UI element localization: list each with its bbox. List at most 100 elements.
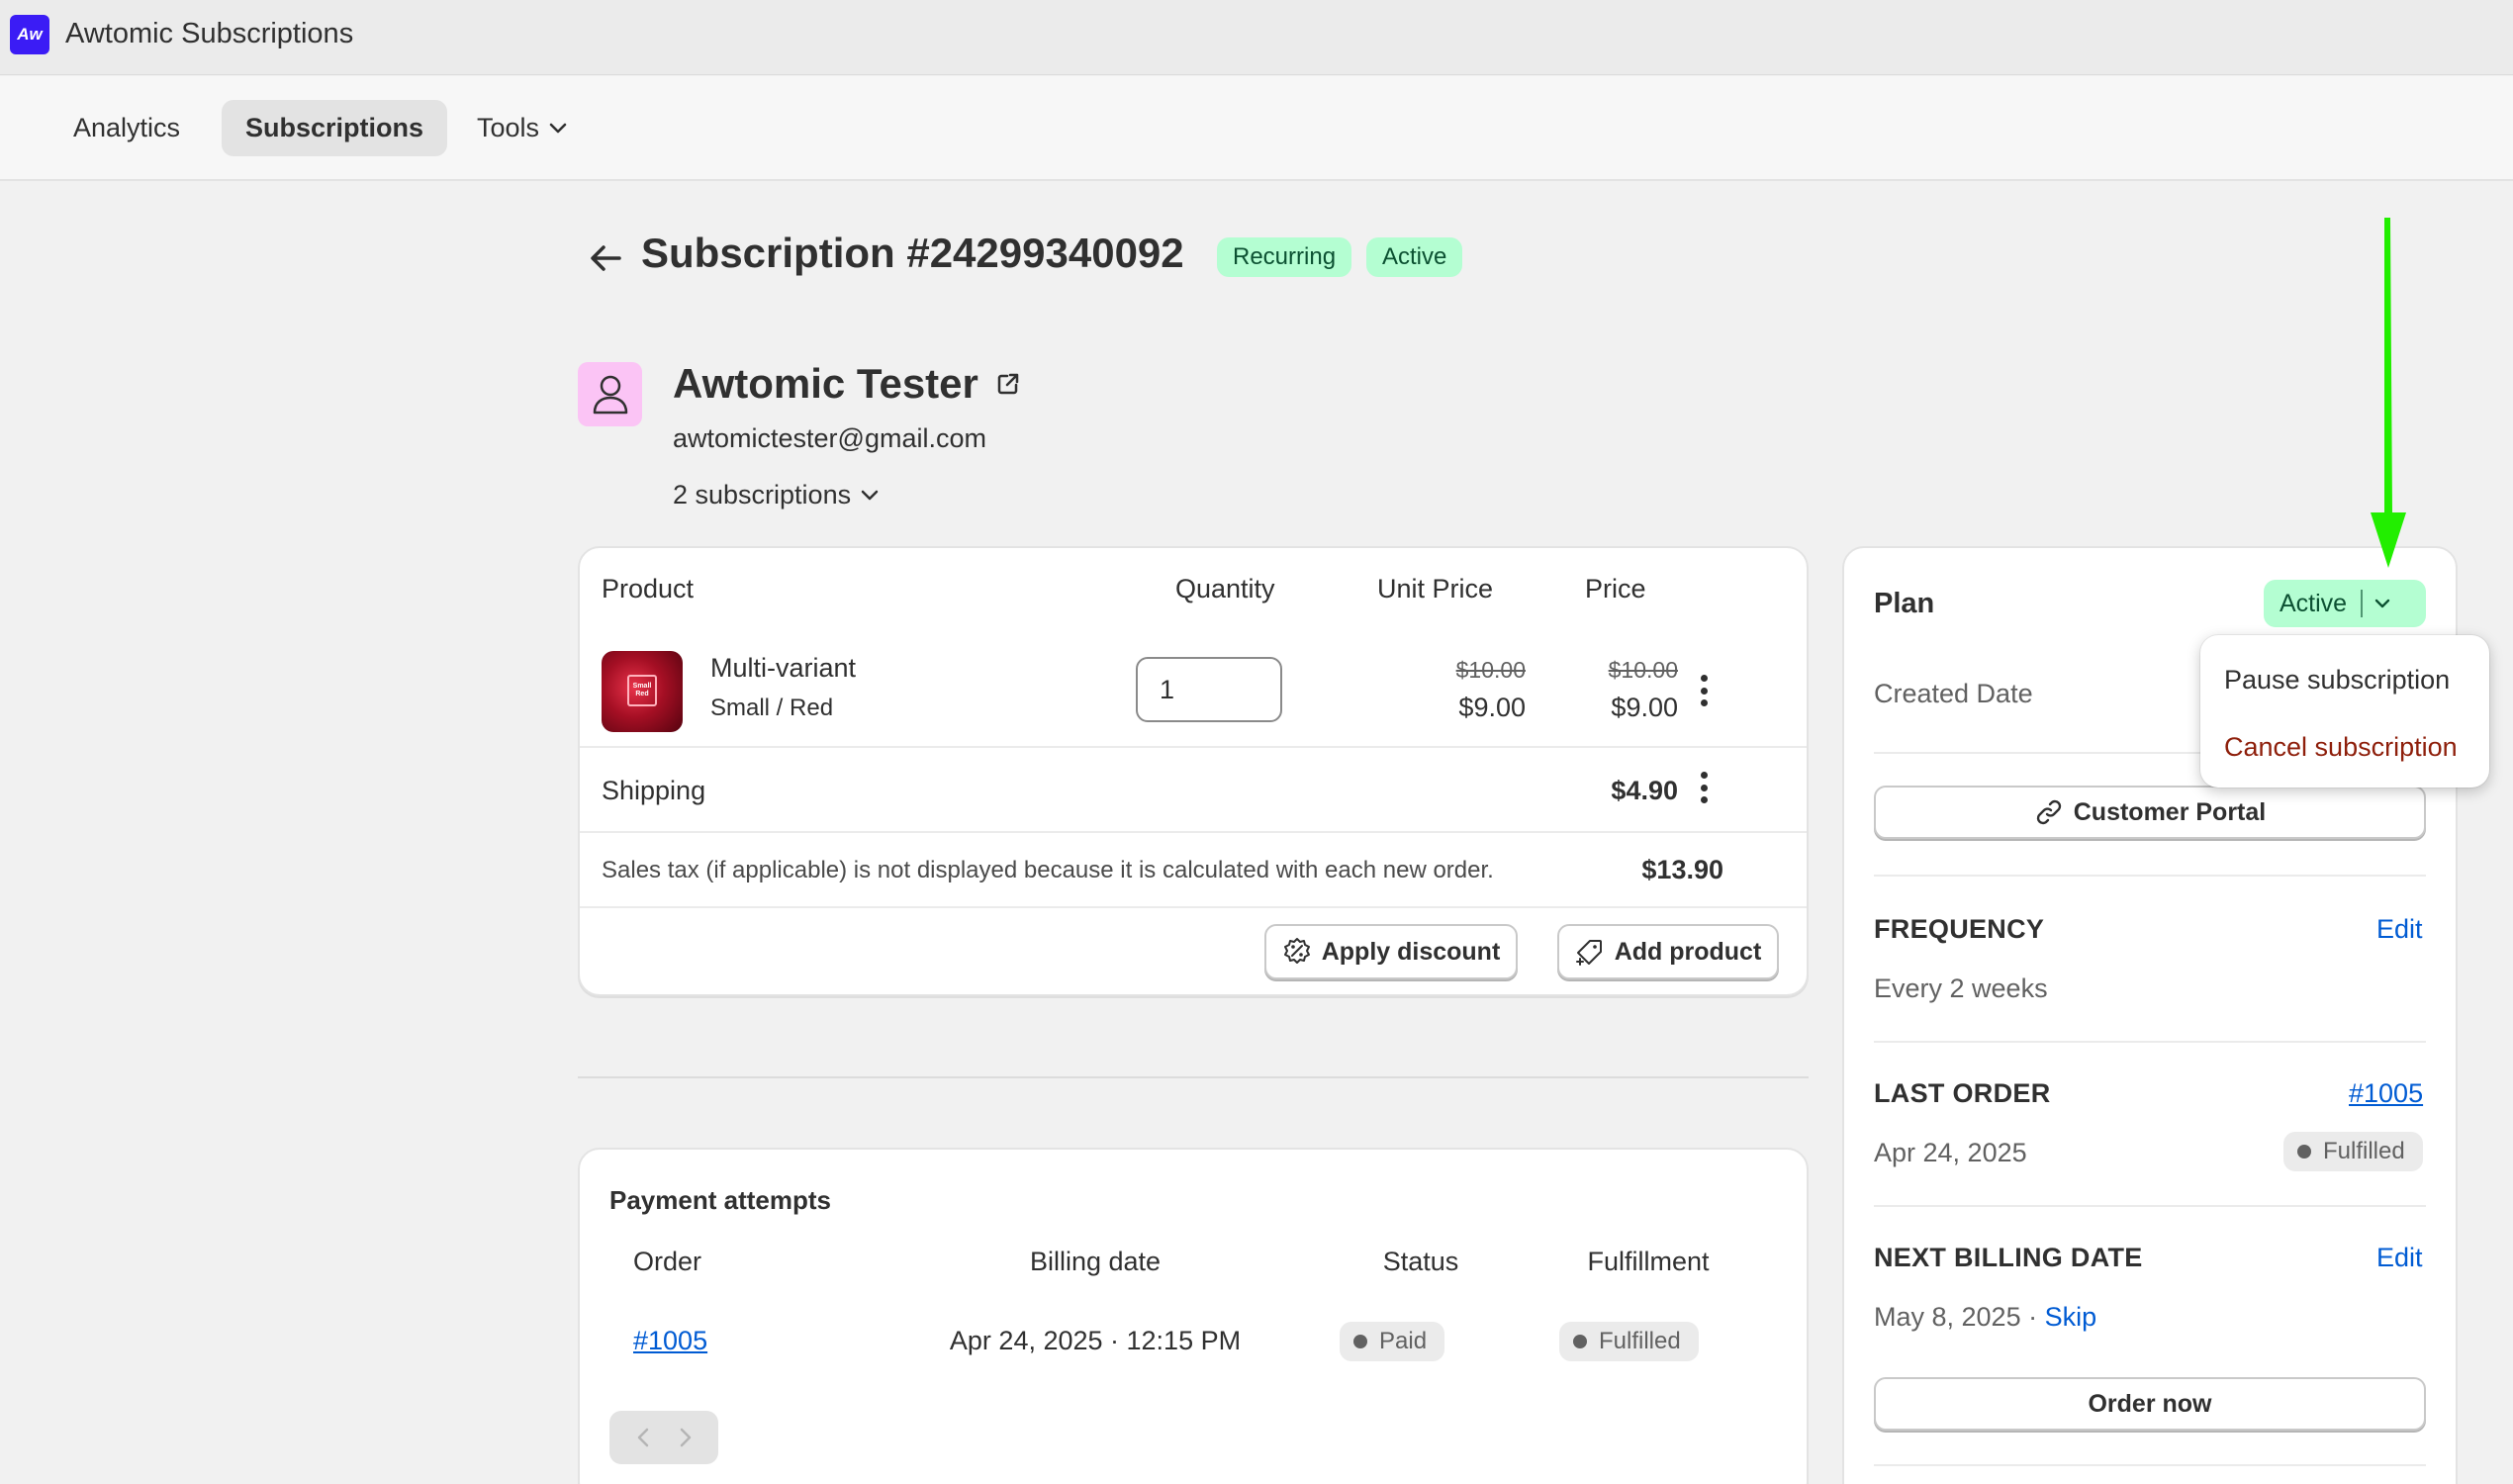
nav-bar: Analytics Subscriptions Tools [0, 76, 2513, 181]
next-billing-date: May 8, 2025 · Skip [1874, 1302, 2096, 1333]
subscriptions-selector[interactable]: 2 subscriptions [673, 480, 879, 510]
nav-subscriptions[interactable]: Subscriptions [222, 100, 448, 156]
payment-attempts-title: Payment attempts [609, 1185, 831, 1215]
pause-subscription-option[interactable]: Pause subscription [2224, 665, 2450, 696]
order-now-button[interactable]: Order now [1874, 1377, 2426, 1431]
status-dot [2297, 1145, 2311, 1159]
line-price: $9.00 [1611, 693, 1678, 722]
unit-price-original: $10.00 [1455, 657, 1526, 683]
col-unit-price: Unit Price [1377, 574, 1494, 603]
customer-avatar [578, 362, 642, 426]
product-thumbnail: Small Red [602, 651, 683, 732]
plan-title: Plan [1874, 588, 1935, 619]
last-order-title: LAST ORDER [1874, 1078, 2051, 1108]
divider [1874, 1205, 2426, 1207]
shipping-label: Shipping [602, 776, 706, 805]
customer-portal-button[interactable]: Customer Portal [1874, 786, 2426, 839]
last-order-status-text: Fulfilled [2323, 1138, 2405, 1164]
status-dropdown-menu: Pause subscription Cancel subscription [2200, 635, 2489, 788]
nav-tools[interactable]: Tools [453, 100, 591, 156]
nav-analytics[interactable]: Analytics [49, 100, 204, 156]
payment-order-link[interactable]: #1005 [633, 1326, 707, 1356]
order-now-label: Order now [2088, 1389, 2212, 1418]
next-billing-date-text: May 8, 2025 · [1874, 1302, 2038, 1332]
person-icon [593, 375, 627, 414]
col-product: Product [602, 574, 695, 603]
chevron-right-icon[interactable] [679, 1428, 693, 1447]
nav-analytics-label: Analytics [73, 113, 181, 142]
frequency-title: FREQUENCY [1874, 914, 2045, 944]
order-total: $13.90 [1641, 855, 1723, 884]
apply-discount-label: Apply discount [1321, 937, 1501, 966]
unit-price: $9.00 [1458, 693, 1526, 722]
app-bar: Aw Awtomic Subscriptions [0, 0, 2513, 75]
product-more-menu-icon[interactable] [1694, 671, 1714, 710]
frequency-edit-link[interactable]: Edit [2376, 914, 2423, 945]
next-billing-title: NEXT BILLING DATE [1874, 1243, 2143, 1272]
col-billing-date: Billing date [1029, 1247, 1162, 1276]
divider [1874, 1464, 2426, 1466]
separator [2361, 590, 2364, 617]
payment-attempts-card: Payment attempts Order Billing date Stat… [578, 1148, 1809, 1484]
customer-name-text: Awtomic Tester [673, 360, 978, 407]
quantity-input[interactable]: 1 [1136, 657, 1282, 722]
external-link-icon[interactable] [996, 372, 1020, 396]
divider [1874, 1041, 2426, 1043]
app-logo: Aw [10, 15, 49, 54]
app-title: Awtomic Subscriptions [65, 18, 354, 49]
col-price: Price [1585, 574, 1646, 603]
pagination [609, 1411, 718, 1464]
products-card: Product Quantity Unit Price Price Small … [578, 546, 1809, 996]
status-dot [1353, 1335, 1367, 1348]
next-billing-edit-link[interactable]: Edit [2376, 1243, 2423, 1273]
discount-icon [1283, 938, 1310, 964]
last-order-link[interactable]: #1005 [2349, 1078, 2423, 1109]
last-order-date: Apr 24, 2025 [1874, 1138, 2027, 1167]
skip-link[interactable]: Skip [2045, 1302, 2097, 1332]
chevron-left-icon[interactable] [636, 1428, 650, 1447]
col-fulfillment: Fulfillment [1587, 1247, 1710, 1276]
add-product-label: Add product [1614, 937, 1762, 966]
status-dropdown-button[interactable]: Active [2264, 580, 2426, 627]
customer-email: awtomictester@gmail.com [673, 423, 986, 453]
frequency-value: Every 2 weeks [1874, 974, 2048, 1003]
chevron-down-icon [861, 490, 879, 500]
last-order-status-badge: Fulfilled [2283, 1132, 2423, 1171]
divider [1874, 875, 2426, 877]
divider [580, 746, 1807, 748]
chevron-down-icon [549, 123, 567, 133]
shipping-more-menu-icon[interactable] [1694, 768, 1714, 807]
shipping-amount: $4.90 [1611, 776, 1678, 805]
payment-fulfillment-text: Fulfilled [1599, 1328, 1681, 1354]
tax-note: Sales tax (if applicable) is not display… [602, 857, 1494, 883]
nav-tools-label: Tools [477, 113, 540, 142]
divider [580, 831, 1807, 833]
active-badge: Active [1366, 237, 1463, 277]
add-tag-icon [1575, 940, 1602, 966]
created-date-label: Created Date [1874, 679, 2033, 708]
recurring-badge: Recurring [1217, 237, 1352, 277]
status-value: Active [2280, 589, 2348, 617]
cancel-subscription-option[interactable]: Cancel subscription [2224, 732, 2458, 763]
back-arrow-icon[interactable] [586, 240, 625, 276]
chevron-down-icon [2374, 599, 2390, 608]
product-variant: Small / Red [710, 695, 834, 721]
payment-status-badge: Paid [1340, 1322, 1445, 1361]
customer-portal-label: Customer Portal [2073, 797, 2267, 826]
customer-name[interactable]: Awtomic Tester [673, 360, 1020, 408]
product-thumbnail-label: Small Red [627, 675, 657, 706]
price-original: $10.00 [1608, 657, 1678, 683]
add-product-button[interactable]: Add product [1557, 924, 1779, 979]
nav-subscriptions-label: Subscriptions [245, 113, 424, 142]
status-dot [1573, 1335, 1587, 1348]
apply-discount-button[interactable]: Apply discount [1264, 924, 1518, 979]
col-quantity: Quantity [1175, 574, 1275, 603]
payment-status-text: Paid [1379, 1328, 1428, 1354]
divider [580, 906, 1807, 908]
subscriptions-count: 2 subscriptions [673, 480, 852, 510]
link-icon [2036, 799, 2061, 825]
section-divider [578, 1076, 1809, 1078]
payment-billing-date: Apr 24, 2025 · 12:15 PM [949, 1326, 1242, 1355]
page-title: Subscription #24299340092 [641, 230, 1184, 276]
payment-fulfillment-badge: Fulfilled [1559, 1322, 1699, 1361]
